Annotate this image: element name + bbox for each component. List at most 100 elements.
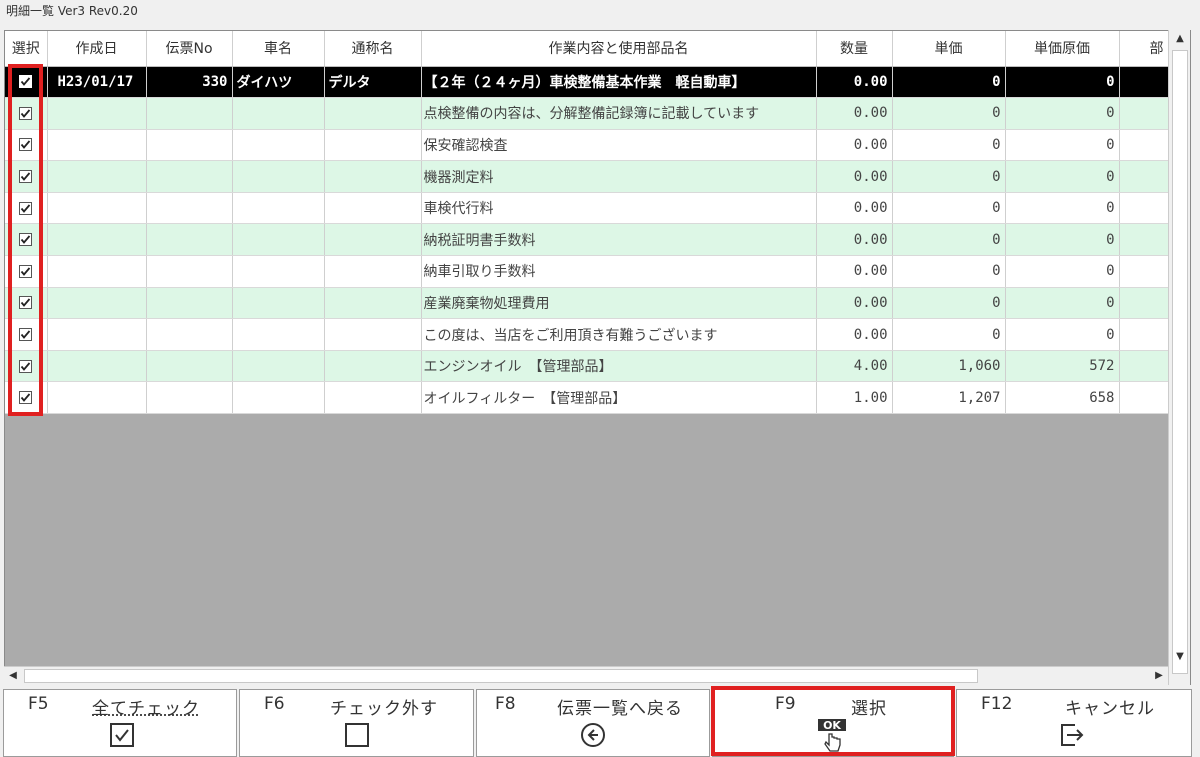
slip-no-cell: 330 [146,66,233,99]
back-to-slip-list-button[interactable]: F8 伝票一覧へ戻る [476,689,710,757]
unit-price-cell: 0 [892,66,1006,99]
button-label: 全てチェック [92,699,200,719]
row-checkbox[interactable] [19,75,33,89]
col-header-unit-cost[interactable]: 単価原価 [1005,31,1120,67]
description-cell: 【２年（２４ヶ月）車検整備基本作業 軽自動車】 [421,66,817,99]
table-row[interactable]: この度は、当店をご利用頂き有難うございます 0.00 0 0 [5,318,1172,351]
vertical-scrollbar[interactable]: ▲ ▼ [1168,30,1190,685]
qty-cell: 0.00 [816,287,893,320]
horizontal-scroll-thumb[interactable] [24,669,978,683]
select-cell[interactable] [5,318,48,351]
horizontal-scrollbar[interactable]: ◀ ▶ [4,666,1168,685]
description-cell: オイルフィルター 【管理部品】 [421,381,817,415]
scroll-down-icon[interactable]: ▼ [1169,648,1191,666]
scroll-right-icon[interactable]: ▶ [1150,667,1168,685]
row-checkbox[interactable] [19,170,33,184]
qty-cell: 4.00 [816,350,893,383]
col-header-qty[interactable]: 数量 [816,31,893,67]
row-checkbox[interactable] [19,201,33,215]
table-row[interactable]: H23/01/17 330 ダイハツ デルタ 【２年（２４ヶ月）車検整備基本作業 軽自動… [5,66,1172,99]
col-header-car-name[interactable]: 車名 [232,31,325,67]
select-cell[interactable] [5,223,48,257]
table-row[interactable]: 点検整備の内容は、分解整備記録簿に記載しています 0.00 0 0 [5,97,1172,130]
slip-no-cell [146,160,233,193]
nickname-cell [324,160,422,193]
row-checkbox[interactable] [19,391,33,405]
table-row[interactable]: 車検代行料 0.00 0 0 [5,192,1172,225]
slip-no-cell [146,255,233,288]
slip-no-cell [146,318,233,351]
nickname-cell [324,223,422,257]
unit-cost-cell: 0 [1005,223,1120,257]
select-ok-button[interactable]: F9 選択 OK [712,689,954,757]
select-cell[interactable] [5,160,48,193]
select-cell[interactable] [5,255,48,288]
select-cell[interactable] [5,350,48,383]
qty-cell: 0.00 [816,318,893,351]
date-cell [47,97,147,130]
description-cell: 点検整備の内容は、分解整備記録簿に記載しています [421,97,817,130]
nickname-cell: デルタ [324,66,422,99]
cancel-button[interactable]: F12 キャンセル [956,689,1192,757]
row-checkbox[interactable] [19,328,33,342]
slip-no-cell [146,223,233,257]
table-row[interactable]: エンジンオイル 【管理部品】 4.00 1,060 572 [5,350,1172,383]
button-label: 選択 [851,699,887,719]
col-header-slip-no[interactable]: 伝票No [146,31,233,67]
part-cell [1119,223,1172,257]
scroll-up-icon[interactable]: ▲ [1169,30,1191,48]
table-row[interactable]: 保安確認検査 0.00 0 0 [5,129,1172,162]
table-row[interactable]: 納税証明書手数料 0.00 0 0 [5,223,1172,257]
nickname-cell [324,192,422,225]
row-checkbox[interactable] [19,106,33,120]
unit-cost-cell: 0 [1005,129,1120,162]
row-checkbox[interactable] [19,296,33,310]
table-row[interactable]: オイルフィルター 【管理部品】 1.00 1,207 658 [5,381,1172,415]
col-header-select[interactable]: 選択 [5,31,48,67]
unit-price-cell: 0 [892,97,1006,130]
table-row[interactable]: 産業廃棄物処理費用 0.00 0 0 [5,287,1172,320]
row-checkbox[interactable] [19,138,33,152]
col-header-description[interactable]: 作業内容と使用部品名 [421,31,817,67]
select-cell[interactable] [5,381,48,415]
date-cell [47,381,147,415]
detail-grid[interactable]: 選択 作成日 伝票No 車名 通称名 作業内容と使用部品名 数量 単価 単価原価… [4,30,1191,685]
select-cell[interactable] [5,97,48,130]
date-cell [47,318,147,351]
vertical-scroll-thumb[interactable] [1172,50,1188,674]
check-all-button[interactable]: F5 全てチェック [3,689,237,757]
nickname-cell [324,287,422,320]
description-cell: 納税証明書手数料 [421,223,817,257]
unit-price-cell: 0 [892,160,1006,193]
col-header-date[interactable]: 作成日 [47,31,147,67]
part-cell [1119,318,1172,351]
row-checkbox[interactable] [19,264,33,278]
back-arrow-circle-icon [580,722,606,752]
table-row[interactable]: 納車引取り手数料 0.00 0 0 [5,255,1172,288]
part-cell [1119,129,1172,162]
col-header-nickname[interactable]: 通称名 [324,31,422,67]
unit-cost-cell: 572 [1005,350,1120,383]
unit-price-cell: 0 [892,223,1006,257]
unit-cost-cell: 0 [1005,287,1120,320]
row-checkbox[interactable] [19,233,33,247]
select-cell[interactable] [5,129,48,162]
col-header-part[interactable]: 部 [1119,31,1172,67]
part-cell [1119,97,1172,130]
unit-price-cell: 0 [892,318,1006,351]
col-header-unit-price[interactable]: 単価 [892,31,1006,67]
scroll-left-icon[interactable]: ◀ [4,667,22,685]
part-cell [1119,350,1172,383]
description-cell: 納車引取り手数料 [421,255,817,288]
part-cell [1119,381,1172,415]
window-title: 明細一覧 Ver3 Rev0.20 [0,0,1200,26]
fkey-label: F8 [495,694,516,714]
qty-cell: 0.00 [816,97,893,130]
table-row[interactable]: 機器測定料 0.00 0 0 [5,160,1172,193]
row-checkbox[interactable] [19,359,33,373]
select-cell[interactable] [5,66,48,99]
date-cell [47,255,147,288]
uncheck-all-button[interactable]: F6 チェック外す [239,689,474,757]
select-cell[interactable] [5,287,48,320]
select-cell[interactable] [5,192,48,225]
